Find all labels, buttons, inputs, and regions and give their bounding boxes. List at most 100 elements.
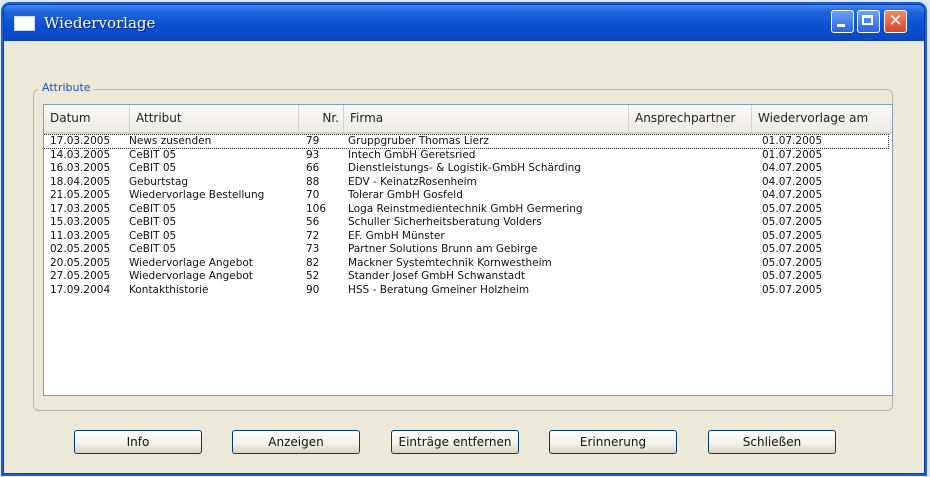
- cell-firma: HSS - Beratung Gmeiner Holzheim: [348, 283, 530, 296]
- listview-header: Datum Attribut Nr. Firma Ansprechpartner…: [44, 105, 892, 134]
- cell-attribut: Kontakthistorie: [129, 283, 209, 296]
- column-header-nr[interactable]: Nr.: [299, 105, 344, 132]
- cell-ansprechpartner: [642, 216, 754, 229]
- cell-attribut: CeBIT 05: [129, 229, 177, 242]
- group-label: Attribute: [39, 81, 94, 94]
- cell-ansprechpartner: [642, 135, 754, 148]
- column-header-attribut[interactable]: Attribut: [130, 105, 299, 132]
- maximize-icon: [862, 15, 873, 25]
- cell-nr: 66: [306, 162, 320, 174]
- cell-wiedervorlage: 04.07.2005: [762, 175, 823, 188]
- cell-firma: Intech GmbH Geretsried: [348, 148, 476, 161]
- cell-ansprechpartner: [642, 203, 754, 216]
- info-button[interactable]: Info: [74, 430, 202, 454]
- cell-ansprechpartner: [642, 162, 754, 175]
- wiedervorlage-window: Wiedervorlage ✕ Attribute Datum Attribut…: [3, 4, 925, 474]
- eintraege-entfernen-button[interactable]: Einträge entfernen: [391, 430, 519, 454]
- cell-attribut: Wiedervorlage Bestellung: [129, 189, 265, 201]
- cell-ansprechpartner: [642, 243, 754, 256]
- table-row[interactable]: 17.03.2005 CeBIT 05 106 Loga Reinstmediente…: [44, 203, 888, 216]
- cell-ansprechpartner: [642, 284, 754, 297]
- cell-datum: 20.05.2005: [50, 256, 111, 269]
- cell-firma: Loga Reinstmedientechnik GmbH Germering: [348, 202, 583, 215]
- table-row[interactable]: 18.04.2005 Geburtstag 88 EDV - KeinatzRosen…: [44, 176, 888, 189]
- column-header-datum[interactable]: Datum: [44, 105, 130, 132]
- cell-wiedervorlage: 05.07.2005: [762, 243, 823, 255]
- cell-nr: 82: [306, 256, 320, 269]
- cell-datum: 27.05.2005: [50, 270, 111, 282]
- cell-firma: EF. GmbH Münster: [348, 229, 445, 242]
- table-row[interactable]: 15.03.2005 CeBIT 05 56 Schuller Sicherheits…: [44, 216, 888, 229]
- cell-wiedervorlage: 04.07.2005: [762, 162, 823, 174]
- cell-datum: 02.05.2005: [50, 243, 111, 255]
- cell-datum: 18.04.2005: [50, 175, 111, 188]
- cell-datum: 17.03.2005: [50, 202, 111, 215]
- cell-firma: Mackner Systemtechnik Kornwestheim: [348, 256, 552, 269]
- table-row[interactable]: 21.05.2005 Wiedervorlage Bestellung 70 Tole…: [44, 189, 888, 202]
- cell-ansprechpartner: [642, 257, 754, 270]
- cell-firma: Tolerar GmbH Gosfeld: [348, 189, 463, 201]
- cell-nr: 88: [306, 175, 320, 188]
- cell-datum: 15.03.2005: [50, 216, 111, 228]
- column-header-wiedervorlage[interactable]: Wiedervorlage am: [752, 105, 892, 132]
- cell-nr: 90: [306, 283, 320, 296]
- cell-firma: Gruppgruber Thomas Lierz: [348, 135, 489, 147]
- cell-datum: 14.03.2005: [50, 148, 111, 161]
- cell-attribut: CeBIT 05: [129, 243, 177, 255]
- schliessen-button[interactable]: Schließen: [708, 430, 836, 454]
- cell-nr: 52: [306, 270, 320, 282]
- cell-wiedervorlage: 05.07.2005: [762, 256, 823, 269]
- cell-ansprechpartner: [642, 189, 754, 202]
- cell-firma: Partner Solutions Brunn am Gebirge: [348, 243, 538, 255]
- close-button[interactable]: ✕: [884, 10, 907, 33]
- maximize-button[interactable]: [857, 10, 880, 33]
- cell-firma: Dienstleistungs- & Logistik-GmbH Schärdi…: [348, 162, 581, 174]
- cell-datum: 16.03.2005: [50, 162, 111, 174]
- cell-attribut: CeBIT 05: [129, 202, 177, 215]
- cell-ansprechpartner: [642, 270, 754, 283]
- cell-firma: EDV - KeinatzRosenheim: [348, 175, 477, 188]
- table-row[interactable]: 17.03.2005 News zusenden 79 Gruppgruber Tho…: [44, 134, 889, 149]
- column-header-ansprechpartner[interactable]: Ansprechpartner: [629, 105, 752, 132]
- cell-ansprechpartner: [642, 176, 754, 189]
- table-row[interactable]: 11.03.2005 CeBIT 05 72 EF. GmbH Münster 05.0…: [44, 230, 888, 243]
- cell-attribut: CeBIT 05: [129, 148, 177, 161]
- cell-wiedervorlage: 05.07.2005: [762, 202, 823, 215]
- window-title: Wiedervorlage: [44, 14, 156, 32]
- cell-ansprechpartner: [642, 230, 754, 243]
- cell-attribut: CeBIT 05: [129, 216, 177, 228]
- cell-nr: 56: [306, 216, 320, 228]
- cell-firma: Schuller Sicherheitsberatung Volders: [348, 216, 542, 228]
- minimize-button[interactable]: [831, 10, 854, 33]
- cell-ansprechpartner: [642, 149, 754, 162]
- table-row[interactable]: 17.09.2004 Kontakthistorie 90 HSS - Beratun…: [44, 284, 888, 297]
- cell-nr: 70: [306, 189, 320, 201]
- cell-nr: 73: [306, 243, 320, 255]
- cell-attribut: Wiedervorlage Angebot: [129, 270, 253, 282]
- table-row[interactable]: 16.03.2005 CeBIT 05 66 Dienstleistungs- & L…: [44, 162, 888, 175]
- cell-attribut: CeBIT 05: [129, 162, 177, 174]
- cell-datum: 17.03.2005: [50, 135, 111, 147]
- close-icon: ✕: [888, 11, 903, 31]
- table-row[interactable]: 27.05.2005 Wiedervorlage Angebot 52 Stander…: [44, 270, 888, 283]
- erinnerung-button[interactable]: Erinnerung: [549, 430, 677, 454]
- cell-attribut: Geburtstag: [129, 175, 189, 188]
- title-bar[interactable]: Wiedervorlage ✕: [4, 5, 924, 41]
- table-row[interactable]: 02.05.2005 CeBIT 05 73 Partner Solutions Br…: [44, 243, 888, 256]
- column-header-firma[interactable]: Firma: [344, 105, 629, 132]
- cell-wiedervorlage: 01.07.2005: [762, 135, 823, 147]
- cell-wiedervorlage: 01.07.2005: [762, 148, 823, 161]
- cell-wiedervorlage: 04.07.2005: [762, 189, 823, 201]
- cell-attribut: Wiedervorlage Angebot: [129, 256, 253, 269]
- table-row[interactable]: 14.03.2005 CeBIT 05 93 Intech GmbH Geretsri…: [44, 149, 888, 162]
- window-icon: [14, 16, 35, 31]
- attribute-listview[interactable]: Datum Attribut Nr. Firma Ansprechpartner…: [43, 104, 893, 396]
- cell-wiedervorlage: 05.07.2005: [762, 270, 823, 282]
- cell-nr: 93: [306, 148, 320, 161]
- cell-wiedervorlage: 05.07.2005: [762, 229, 823, 242]
- anzeigen-button[interactable]: Anzeigen: [232, 430, 360, 454]
- cell-attribut: News zusenden: [129, 135, 212, 147]
- cell-firma: Stander Josef GmbH Schwanstadt: [348, 270, 525, 282]
- table-row[interactable]: 20.05.2005 Wiedervorlage Angebot 82 Mackner…: [44, 257, 888, 270]
- cell-nr: 79: [306, 135, 320, 147]
